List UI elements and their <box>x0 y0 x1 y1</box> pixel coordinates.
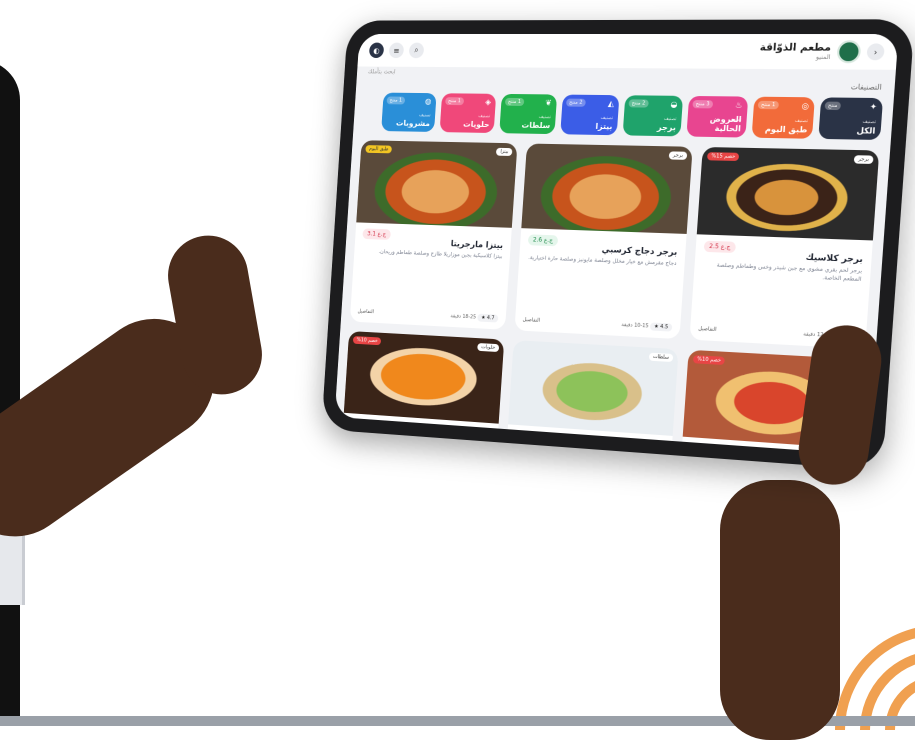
price-badge: 1.6 ج.ع <box>349 418 379 432</box>
category-sub: تصنيف <box>600 115 614 122</box>
search-icon[interactable]: ⌕ <box>408 42 425 59</box>
product-card[interactable]: بيتزا طبق اليوم 3.1 ج.ع بيتزا مارجريتا بيتزا… <box>349 140 518 330</box>
product-name: تشيز كيك <box>452 434 491 447</box>
category-sub: تصنيف <box>862 119 877 126</box>
product-image: برجر خصم 15% <box>696 146 880 241</box>
product-description: بيتزا كلاسيكية بجبن موزاريلا طازج وصلصة … <box>378 249 503 260</box>
price-badge: 3.1 ج.ع <box>689 443 722 455</box>
category-label: الكل <box>856 125 876 136</box>
meta-left: 4.5 ★ 10-15 دقيقة <box>621 321 673 332</box>
category-count: 1 منتج <box>504 97 525 106</box>
category-sub: تصنيف <box>663 116 677 123</box>
category-sub: تصنيف <box>538 115 551 121</box>
category-tag: بيتزا <box>496 147 513 157</box>
back-icon[interactable]: ‹ <box>866 43 885 61</box>
product-image: بيتزا طبق اليوم <box>356 140 518 228</box>
category-card[interactable]: 1 منتج ◎ تصنيف طبق اليوم <box>751 96 815 139</box>
category-label: مشروبات <box>395 118 431 129</box>
pizza-icon: ◭ <box>607 99 615 109</box>
category-tag: حلويات <box>477 343 500 353</box>
menu-icon[interactable]: ≡ <box>388 42 405 59</box>
category-card[interactable]: 3 منتج ♨ تصنيف العروض الحالية <box>686 95 749 138</box>
drink-icon: ◍ <box>424 96 432 106</box>
product-name: سيزر سلطة <box>613 445 664 455</box>
restaurant-title: مطعم الذوّاقة <box>759 42 832 54</box>
rating-badge: 4.7 ★ <box>477 313 499 323</box>
cake-icon: ◈ <box>484 97 492 107</box>
category-count: 1 منتج <box>386 96 405 105</box>
product-image: حلويات خصم 10% <box>343 331 505 424</box>
category-card[interactable]: 2 منتج ◒ تصنيف برجر <box>622 95 684 137</box>
meta-left: 4.7 ★ 18-25 دقيقة <box>450 313 499 323</box>
top-bar: ‹ مطعم الذوّاقة المنيو ◐ ≡ ⌕ <box>357 33 899 70</box>
prep-time: 18-25 دقيقة <box>450 313 477 321</box>
category-label: برجر <box>656 122 677 133</box>
category-card[interactable]: 1 منتج ❦ تصنيف سلطات <box>499 93 558 135</box>
discount-badge: خصم 10% <box>692 355 726 366</box>
theme-toggle-icon[interactable]: ◐ <box>368 42 385 59</box>
category-count: منتج <box>824 101 841 111</box>
category-label: العروض الحالية <box>709 114 742 134</box>
category-card[interactable]: 1 منتج ◈ تصنيف حلويات <box>439 93 497 134</box>
category-label: بيتزا <box>595 121 613 132</box>
discount-badge: طبق اليوم <box>365 145 393 154</box>
sparkle-icon: ✦ <box>869 102 878 112</box>
plate-icon: ◎ <box>801 101 810 111</box>
salad-icon: ❦ <box>545 98 553 108</box>
product-card[interactable]: حلويات خصم 10% 1.6 ج.ع تشيز كيك <box>337 331 505 455</box>
category-card[interactable]: منتج ✦ تصنيف الكل <box>818 97 884 140</box>
product-image: برجر <box>521 143 693 234</box>
right-arm <box>720 480 840 740</box>
brand: ‹ مطعم الذوّاقة المنيو <box>759 40 885 64</box>
fire-icon: ♨ <box>734 100 743 110</box>
product-card[interactable]: برجر خصم 15% 2.5 ج.ع برجر كلاسيك برجر لحم بق… <box>689 146 880 350</box>
background-device-edge <box>0 60 20 720</box>
discount-badge: خصم 15% <box>706 152 740 162</box>
product-card[interactable]: سلطات 2.2 ج.ع سيزر سلطة <box>501 340 679 455</box>
details-link[interactable]: التفاصيل <box>357 309 374 316</box>
category-card[interactable]: 2 منتج ◭ تصنيف بيتزا <box>560 94 620 136</box>
category-count: 1 منتج <box>445 97 464 106</box>
category-count: 2 منتج <box>565 98 586 107</box>
product-description: برجر لحم بقري مشوي مع جبن شيدر وخس وطماط… <box>716 262 863 283</box>
category-tag: برجر <box>668 151 688 160</box>
prep-time: 10-15 دقيقة <box>621 321 649 330</box>
category-sub: تصنيف <box>794 118 809 125</box>
category-tag: سلطات <box>648 352 674 363</box>
price-badge: 2.6 ج.ع <box>527 234 559 247</box>
product-meta: 4.5 ★ 10-15 دقيقة التفاصيل <box>523 317 673 332</box>
price-badge: 3.1 ج.ع <box>362 228 391 240</box>
category-label: سلطات <box>521 120 551 131</box>
category-label: طبق اليوم <box>764 124 808 135</box>
burger-icon: ◒ <box>670 99 678 109</box>
category-label: حلويات <box>462 119 490 130</box>
category-count: 3 منتج <box>692 100 713 109</box>
product-meta: 4.7 ★ 18-25 دقيقة التفاصيل <box>357 309 499 323</box>
rating-badge: 4.5 ★ <box>649 322 673 332</box>
category-tag: برجر <box>853 155 874 164</box>
category-card[interactable]: 1 منتج ◍ تصنيف مشروبات <box>381 92 437 132</box>
product-image: سلطات <box>508 340 679 436</box>
price-badge: 2.5 ج.ع <box>703 240 736 254</box>
category-count: 1 منتج <box>757 100 779 110</box>
top-icons: ◐ ≡ ⌕ <box>368 42 425 59</box>
restaurant-subtitle: المنيو <box>815 53 831 62</box>
price-badge: 2.2 ج.ع <box>514 430 545 444</box>
discount-badge: خصم 10% <box>352 336 382 346</box>
category-sub: تصنيف <box>418 113 431 119</box>
category-count: 2 منتج <box>628 99 649 108</box>
details-link[interactable]: التفاصيل <box>523 317 541 324</box>
restaurant-logo <box>836 40 862 64</box>
category-sub: تصنيف <box>478 114 491 120</box>
product-card[interactable]: برجر 2.6 ج.ع برجر دجاج كرسبي دجاج مقرمش مع … <box>514 143 693 340</box>
details-link[interactable]: التفاصيل <box>698 326 717 333</box>
